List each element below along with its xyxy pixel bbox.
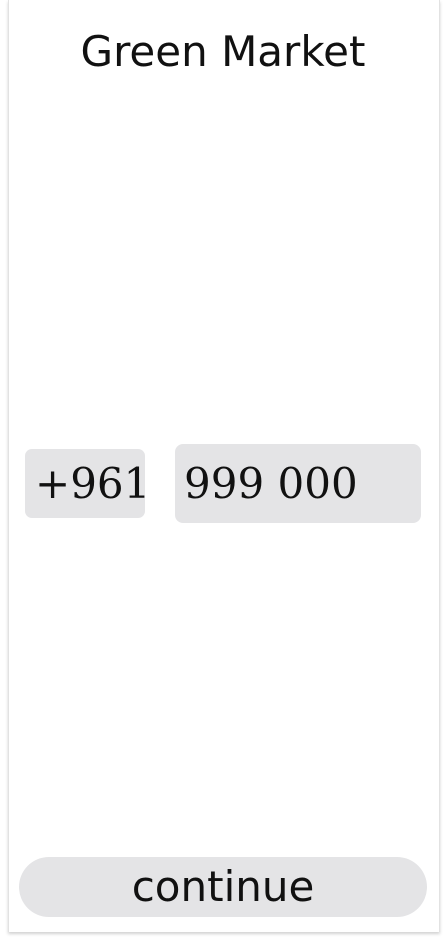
- continue-button[interactable]: continue: [19, 857, 427, 917]
- country-code-selector[interactable]: +961: [25, 449, 145, 518]
- phone-number-input[interactable]: [175, 444, 421, 523]
- app-title: Green Market: [80, 27, 366, 76]
